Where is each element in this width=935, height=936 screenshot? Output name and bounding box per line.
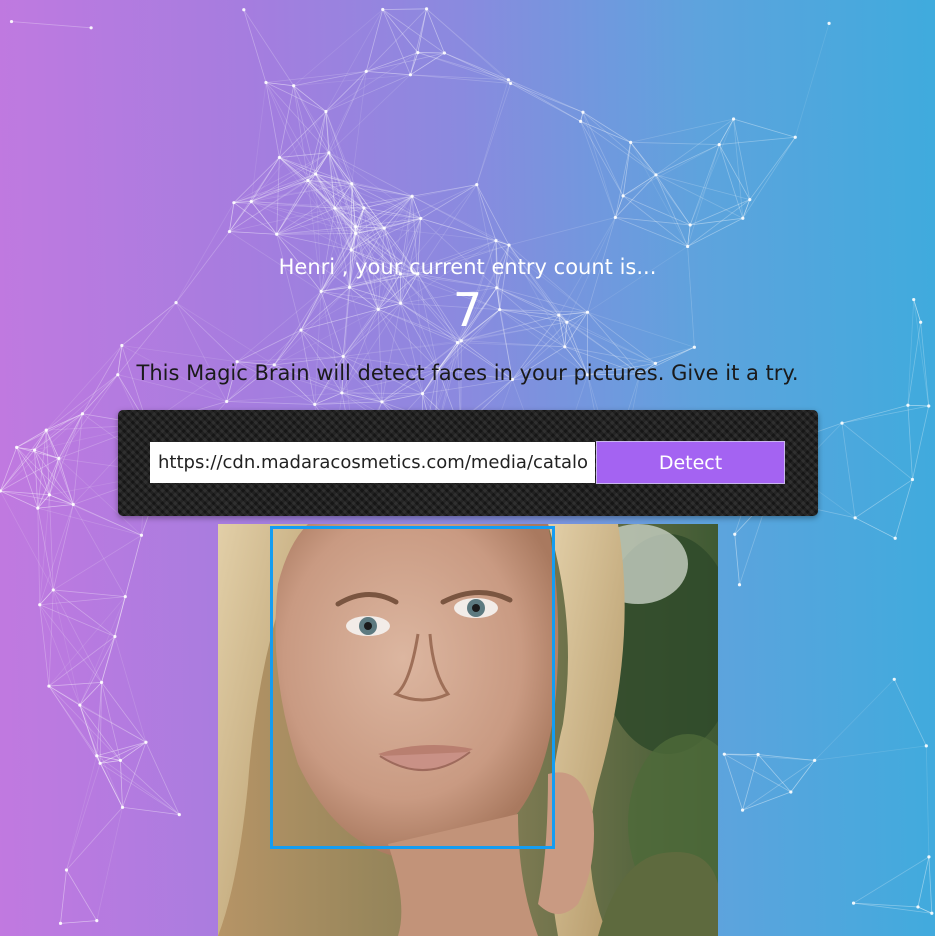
uploaded-photo: [218, 524, 718, 936]
face-bounding-box: [270, 526, 555, 849]
detect-button[interactable]: Detect: [596, 441, 785, 484]
entry-count-value: 7: [452, 283, 483, 337]
image-link-form: Detect: [118, 410, 818, 516]
image-url-input[interactable]: [150, 442, 595, 483]
intro-text: This Magic Brain will detect faces in yo…: [136, 361, 799, 385]
entry-count-greeting: Henri , your current entry count is...: [278, 255, 657, 279]
